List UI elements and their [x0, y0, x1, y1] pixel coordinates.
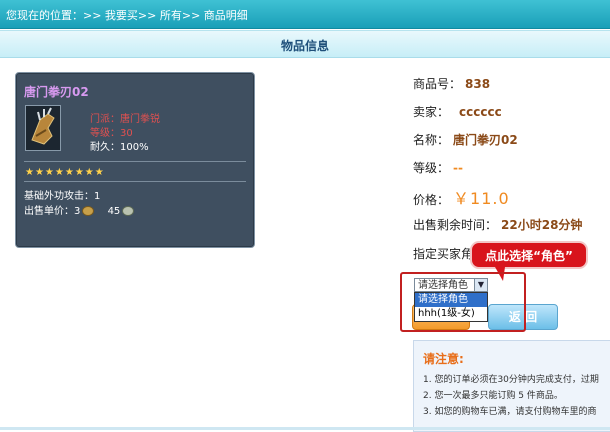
item-tooltip-card: 唐门拳刃02 门派：唐门拳锐 等级：30 耐久：100% ★★★★★★★★ 基础…	[15, 72, 255, 248]
item-id-row: 商品号： 838	[413, 75, 490, 92]
notice-item: 2. 您一次最多只能订购 5 件商品。	[423, 391, 563, 401]
price-silver-value: 45	[107, 206, 121, 217]
time-left-row: 出售剩余时间： 22小时28分钟	[413, 216, 582, 233]
level-label: 等级：	[413, 161, 450, 175]
item-attr-durability: 耐久：100%	[90, 142, 149, 153]
base-attack-text: 基础外功攻击：1	[24, 191, 101, 202]
time-left-label: 出售剩余时间：	[413, 218, 498, 232]
notice-title: 请注意:	[423, 352, 464, 366]
unit-price-row: 出售单价：3 45	[24, 202, 136, 217]
breadcrumb: 您现在的位置：>> 我要买>> 所有>> 商品明细	[6, 9, 248, 22]
seller-label: 卖家：	[413, 105, 450, 119]
top-nav-bar: 您现在的位置：>> 我要买>> 所有>> 商品明细	[0, 0, 610, 29]
price-value: ￥11.0	[453, 189, 510, 208]
notice-item: 3. 如您的购物车已满，请支付购物车里的商	[423, 407, 597, 417]
unit-price-label: 出售单价：	[24, 206, 74, 217]
divider	[24, 161, 246, 162]
silver-coin-icon	[122, 206, 135, 216]
item-attr-school: 门派：唐门拳锐	[90, 114, 160, 125]
star-rating: ★★★★★★★★	[25, 167, 105, 178]
item-attr-level: 等级：30	[90, 128, 133, 139]
time-left-value: 22小时28分钟	[501, 218, 583, 232]
item-id-value: 838	[465, 77, 491, 91]
section-title: 物品信息	[280, 39, 329, 53]
section-header: 物品信息	[0, 30, 610, 58]
item-id-label: 商品号：	[413, 77, 462, 91]
divider	[24, 181, 246, 182]
buyer-label: 指定买家角	[413, 247, 474, 261]
gauntlet-weapon-icon	[25, 105, 61, 151]
seller-row: 卖家： cccccc	[413, 103, 502, 120]
price-label: 价格：	[413, 193, 450, 207]
level-value: --	[453, 161, 463, 175]
item-name: 唐门拳刃02	[24, 85, 89, 99]
name-value: 唐门拳刃02	[453, 133, 518, 147]
gold-coin-icon	[82, 206, 95, 216]
notice-item: 1. 您的订单必须在30分钟内完成支付，过期	[423, 375, 599, 385]
notice-panel: 请注意: 1. 您的订单必须在30分钟内完成支付，过期 2. 您一次最多只能订购…	[413, 340, 610, 432]
buyer-row: 指定买家角	[413, 245, 473, 262]
price-row: 价格： ￥11.0	[413, 185, 510, 209]
highlight-box	[400, 272, 526, 332]
name-row: 名称： 唐门拳刃02	[413, 131, 518, 148]
price-gold-value: 3	[74, 206, 81, 217]
seller-value: cccccc	[459, 105, 502, 119]
callout-hint: 点此选择“角色”	[470, 241, 588, 269]
level-row: 等级： --	[413, 159, 463, 176]
name-label: 名称：	[413, 133, 450, 147]
